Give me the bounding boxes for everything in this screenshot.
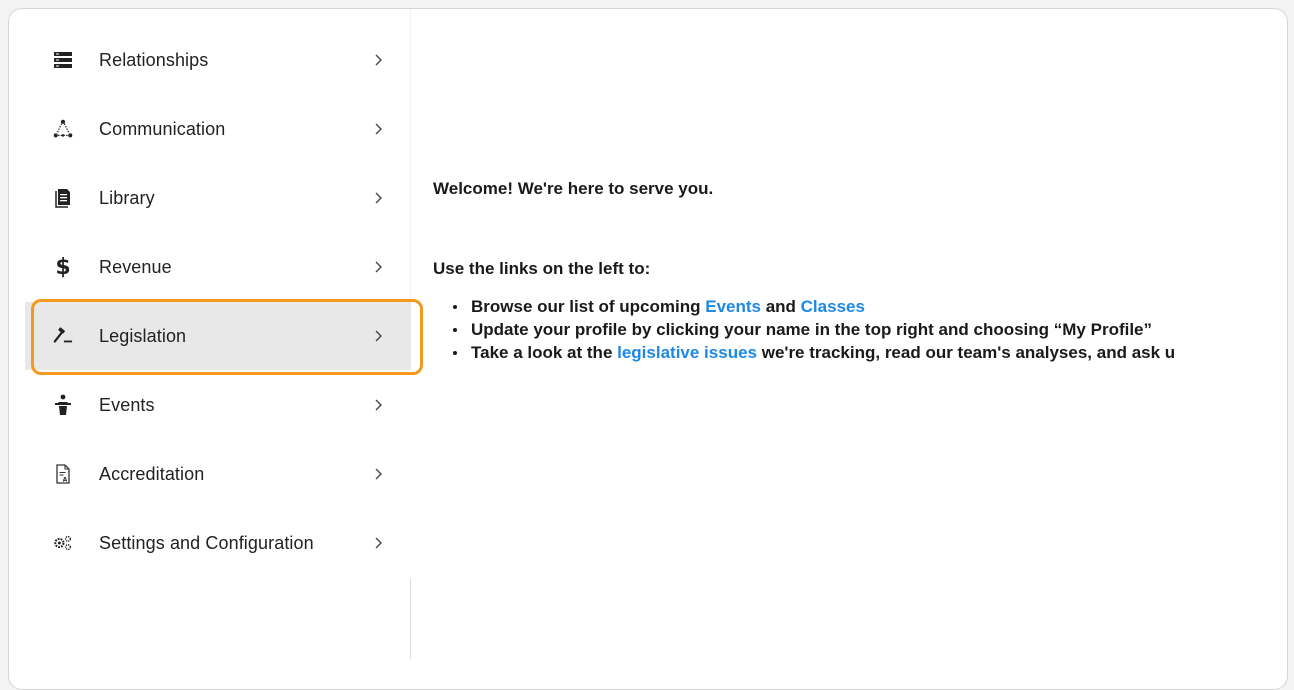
gears-icon (53, 533, 73, 553)
chevron-right-icon (373, 329, 383, 343)
sidebar-divider-top (410, 9, 411, 299)
sidebar-item-events[interactable]: Events (25, 371, 411, 439)
list-item: Update your profile by clicking your nam… (433, 318, 1175, 341)
list-item: Browse our list of upcoming Events and C… (433, 295, 1175, 318)
sidebar-item-label: Settings and Configuration (99, 532, 314, 553)
bullet-text: and (760, 297, 801, 316)
classes-link[interactable]: Classes (801, 297, 865, 316)
instruction-list: Browse our list of upcoming Events and C… (433, 295, 1175, 364)
sidebar-item-label: Accreditation (99, 463, 205, 484)
sidebar-item-library[interactable]: Library (25, 164, 411, 232)
app-window: Relationships Communication Library $ Re… (8, 8, 1288, 690)
sidebar-divider (410, 579, 411, 659)
bullet-text: Take a look at the (471, 343, 618, 362)
sidebar-nav: Relationships Communication Library $ Re… (9, 9, 411, 674)
sidebar-item-label: Relationships (99, 49, 209, 70)
sidebar-item-label: Revenue (99, 256, 172, 277)
bullet-text: Browse our list of upcoming (471, 297, 706, 316)
main-content: Welcome! We're here to serve you. Use th… (433, 9, 1287, 674)
dollar-icon: $ (53, 255, 73, 279)
chevron-right-icon (373, 122, 383, 136)
list-item: Take a look at the legislative issues we… (433, 341, 1175, 364)
sidebar-item-label: Legislation (99, 325, 187, 346)
sidebar-item-legislation[interactable]: Legislation (25, 302, 411, 370)
podium-person-icon (53, 394, 73, 415)
svg-text:$: $ (55, 255, 70, 279)
chevron-right-icon (373, 467, 383, 481)
events-link[interactable]: Events (705, 297, 761, 316)
chevron-right-icon (373, 53, 383, 67)
legislative-issues-link[interactable]: legislative issues (617, 343, 757, 362)
sidebar-item-label: Communication (99, 118, 226, 139)
bullet-text: Update your profile by clicking your nam… (471, 320, 1153, 339)
sidebar-item-accreditation[interactable]: A Accreditation (25, 440, 411, 508)
gavel-icon (53, 326, 73, 346)
chevron-right-icon (373, 398, 383, 412)
server-stack-icon (53, 50, 73, 70)
svg-text:A: A (63, 477, 68, 484)
sidebar-item-label: Events (99, 394, 155, 415)
chevron-right-icon (373, 260, 383, 274)
sidebar-item-communication[interactable]: Communication (25, 95, 411, 163)
bullet-text: we're tracking, read our team's analyses… (757, 343, 1176, 362)
chevron-right-icon (373, 191, 383, 205)
certificate-doc-icon: A (53, 464, 73, 484)
chevron-right-icon (373, 536, 383, 550)
intro-text: Use the links on the left to: (433, 259, 651, 278)
document-icon (53, 188, 73, 208)
welcome-message: Welcome! We're here to serve you. (433, 179, 714, 198)
sidebar-item-revenue[interactable]: $ Revenue (25, 233, 411, 301)
network-nodes-icon (53, 119, 73, 139)
sidebar-item-label: Library (99, 187, 155, 208)
sidebar-item-settings[interactable]: Settings and Configuration (25, 509, 411, 577)
sidebar-item-relationships[interactable]: Relationships (25, 26, 411, 94)
